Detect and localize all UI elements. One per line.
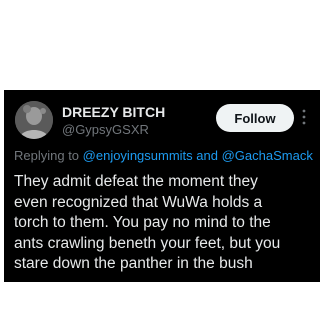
follow-button[interactable]: Follow	[216, 104, 294, 132]
mention-link-gachasmack[interactable]: @GachaSmack	[222, 148, 313, 163]
tweet-text-line: ants crawling beneth your feet, but you	[14, 234, 281, 252]
tweet-card: DREEZY BITCH @GypsyGSXR Follow Replying …	[4, 90, 320, 282]
replying-to-line: Replying to @enjoyingsummits and @GachaS…	[14, 148, 320, 166]
mention-conjunction: and	[192, 148, 222, 163]
more-vertical-icon[interactable]	[302, 108, 306, 126]
mention-link-enjoyingsummits[interactable]: @enjoyingsummits	[83, 148, 193, 163]
page: DREEZY BITCH @GypsyGSXR Follow Replying …	[0, 0, 320, 320]
user-handle[interactable]: @GypsyGSXR	[62, 122, 149, 137]
avatar[interactable]	[15, 101, 53, 139]
tweet-text-line: They admit defeat the moment they	[14, 173, 258, 190]
replying-to-label: Replying to	[14, 148, 83, 163]
tweet-text-line: torch to them. You pay no mind to the	[14, 214, 271, 231]
display-name[interactable]: DREEZY BITCH	[62, 104, 165, 120]
tweet-text: They admit defeat the moment they even r…	[14, 172, 314, 275]
tweet-text-line: stare down the panther in the bush	[14, 255, 253, 272]
tweet-text-line: even recognized that WuWa holds a	[14, 193, 263, 211]
